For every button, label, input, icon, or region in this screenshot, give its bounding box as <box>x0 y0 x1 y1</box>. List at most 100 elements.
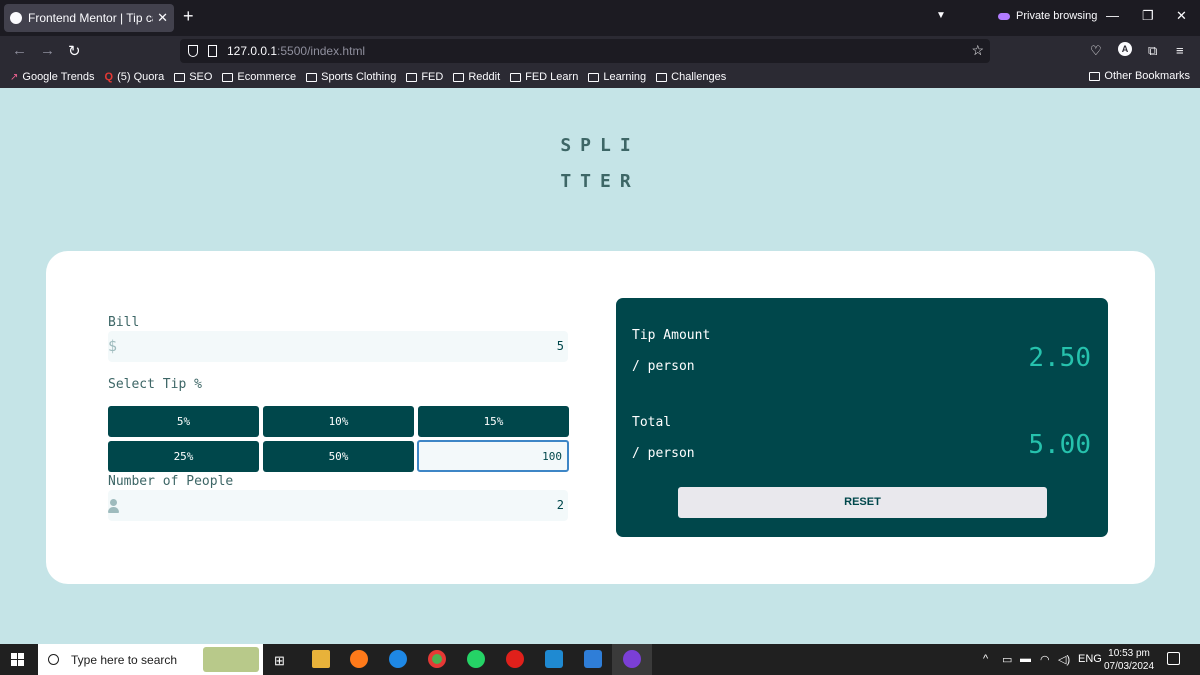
active-app-slot[interactable] <box>612 644 652 675</box>
volume-icon[interactable]: ◁) <box>1058 653 1070 666</box>
search-icon <box>48 654 59 665</box>
splitter-logo: SPLI TTER <box>560 128 640 200</box>
whatsapp-icon[interactable] <box>467 650 485 668</box>
language-indicator[interactable]: ENG <box>1078 653 1102 665</box>
custom-tip-value: 100 <box>542 450 562 463</box>
folder-icon <box>406 72 418 82</box>
trends-icon: ↗ <box>10 71 19 83</box>
bookmark-fed[interactable]: FED <box>406 71 443 83</box>
extensions-icon[interactable]: ⧉ <box>1148 43 1157 59</box>
private-browsing-indicator: Private browsing <box>998 10 1097 22</box>
task-view-icon[interactable]: ⊞ <box>274 653 285 669</box>
tab-title: Frontend Mentor | Tip calculator app <box>28 11 153 25</box>
quora-icon: Q <box>104 71 114 83</box>
account-avatar[interactable]: A <box>1118 42 1132 56</box>
new-tab-button[interactable]: + <box>183 6 194 27</box>
total-per-person-label: / person <box>632 446 695 461</box>
bill-label: Bill <box>108 315 140 330</box>
tip-amount-value: 2.50 <box>1028 343 1091 373</box>
bookmark-fed-learn[interactable]: FED Learn <box>510 71 578 83</box>
logo-line-1: SPLI <box>560 135 640 156</box>
menu-icon[interactable]: ≡ <box>1176 43 1184 58</box>
bill-input[interactable]: $ 5 <box>108 331 568 362</box>
opera-icon[interactable] <box>506 650 524 668</box>
result-panel: Tip Amount / person 2.50 Total / person … <box>616 298 1108 537</box>
taskbar-clock[interactable]: 10:53 pm 07/03/2024 <box>1104 647 1154 673</box>
tip-button-25[interactable]: 25% <box>108 441 259 472</box>
battery-icon[interactable]: ▬ <box>1020 653 1031 665</box>
edge-icon[interactable] <box>389 650 407 668</box>
taskbar-search-box[interactable]: Type here to search <box>38 644 263 675</box>
other-bookmarks[interactable]: Other Bookmarks <box>1089 70 1190 82</box>
reload-icon[interactable]: ↻ <box>68 42 81 60</box>
person-icon <box>108 499 119 513</box>
select-tip-label: Select Tip % <box>108 377 202 392</box>
bookmark-google-trends[interactable]: ↗ Google Trends <box>10 71 95 83</box>
clock-time: 10:53 pm <box>1108 648 1150 659</box>
tip-button-5[interactable]: 5% <box>108 406 259 437</box>
bookmark-seo[interactable]: SEO <box>174 71 212 83</box>
folder-icon <box>222 72 234 82</box>
vscode-icon[interactable] <box>545 650 563 668</box>
close-tab-icon[interactable]: ✕ <box>157 10 168 26</box>
private-mask-icon <box>998 12 1010 20</box>
firefox-private-icon[interactable] <box>623 650 641 668</box>
clock-date: 07/03/2024 <box>1104 661 1155 672</box>
logo-line-2: TTER <box>560 171 640 192</box>
folder-icon <box>306 72 318 82</box>
browser-tab[interactable]: Frontend Mentor | Tip calculator app ✕ <box>4 4 174 32</box>
firefox-icon[interactable] <box>350 650 368 668</box>
bookmark-star-icon[interactable]: ☆ <box>971 42 984 59</box>
url-path: :5500/index.html <box>277 44 366 58</box>
back-arrow-icon[interactable]: ← <box>12 42 27 59</box>
taskbar-search-placeholder: Type here to search <box>71 652 178 667</box>
close-window-icon[interactable]: ✕ <box>1176 8 1187 24</box>
total-label: Total <box>632 415 672 430</box>
tracking-shield-icon[interactable] <box>188 45 198 57</box>
reset-button[interactable]: RESET <box>678 487 1047 518</box>
restore-icon[interactable]: ❐ <box>1142 8 1154 24</box>
browser-tab-bar: Frontend Mentor | Tip calculator app ✕ +… <box>0 0 1200 36</box>
file-explorer-icon[interactable] <box>312 650 330 668</box>
page-info-icon[interactable] <box>208 45 217 57</box>
pocket-icon[interactable]: ♡ <box>1090 43 1102 59</box>
address-bar[interactable]: 127.0.0.1:5500/index.html ☆ <box>180 39 990 63</box>
tip-button-50[interactable]: 50% <box>263 441 414 472</box>
folder-icon <box>174 72 186 82</box>
forward-arrow-icon[interactable]: → <box>40 42 55 59</box>
tip-button-15[interactable]: 15% <box>418 406 569 437</box>
bookmark-challenges[interactable]: Challenges <box>656 71 726 83</box>
people-input[interactable]: 2 <box>108 490 568 521</box>
bookmark-ecommerce[interactable]: Ecommerce <box>222 71 296 83</box>
bookmark-quora[interactable]: Q (5) Quora <box>105 71 165 83</box>
total-value: 5.00 <box>1028 430 1091 460</box>
bookmark-reddit[interactable]: Reddit <box>453 71 500 83</box>
bookmark-learning[interactable]: Learning <box>588 71 646 83</box>
windows-start-icon[interactable] <box>11 653 24 666</box>
minimize-icon[interactable]: — <box>1106 8 1119 23</box>
show-hidden-icons-chevron[interactable]: ^ <box>983 653 988 665</box>
bookmark-sports-clothing[interactable]: Sports Clothing <box>306 71 396 83</box>
meet-now-icon[interactable]: ▭ <box>1002 653 1012 666</box>
tab-favicon-icon <box>10 12 22 24</box>
tip-button-10[interactable]: 10% <box>263 406 414 437</box>
private-browsing-label: Private browsing <box>1016 10 1098 22</box>
list-tabs-chevron-icon[interactable]: ▼ <box>936 10 946 21</box>
photos-icon[interactable] <box>584 650 602 668</box>
dollar-icon: $ <box>108 337 118 355</box>
wifi-icon[interactable]: ◠ <box>1040 653 1050 666</box>
bookmarks-toolbar: ↗ Google Trends Q (5) Quora SEO Ecommerce … <box>0 66 1200 88</box>
browser-nav-bar: ← → ↻ 127.0.0.1:5500/index.html ☆ ♡ ⧉ ≡ <box>0 36 1200 66</box>
people-value: 2 <box>556 498 564 512</box>
notification-icon[interactable] <box>1167 652 1180 665</box>
search-highlight-image <box>203 647 259 672</box>
folder-icon <box>453 72 465 82</box>
folder-icon <box>510 72 522 82</box>
windows-taskbar: Type here to search ⊞ ^ ▭ ▬ ◠ ◁) ENG 10:… <box>0 644 1200 675</box>
custom-tip-input[interactable]: 100 <box>417 440 569 472</box>
bill-value: 5 <box>556 339 564 353</box>
tip-amount-label: Tip Amount <box>632 328 711 343</box>
folder-icon <box>1089 71 1101 81</box>
chrome-icon[interactable] <box>428 650 446 668</box>
folder-icon <box>656 72 668 82</box>
